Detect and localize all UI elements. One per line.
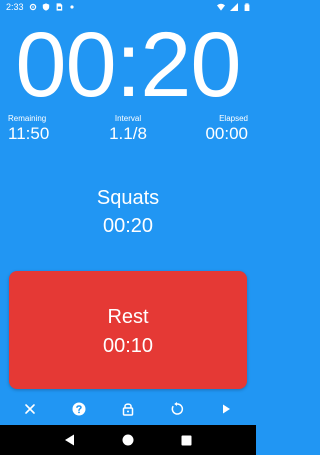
settings-icon xyxy=(29,3,36,11)
main-countdown: 00:20 xyxy=(15,14,241,116)
battery-icon xyxy=(244,3,250,11)
workout-toolbar xyxy=(0,396,256,422)
status-bar-left: 2:33 xyxy=(6,2,76,12)
back-button[interactable] xyxy=(57,428,81,452)
shield-icon xyxy=(42,3,49,11)
help-icon xyxy=(72,402,86,416)
play-icon xyxy=(222,404,230,414)
current-exercise: Squats 00:20 xyxy=(0,186,256,238)
status-bar: 2:33 xyxy=(0,0,256,14)
close-button[interactable] xyxy=(17,396,43,422)
help-button[interactable] xyxy=(66,396,92,422)
home-button[interactable] xyxy=(116,428,140,452)
lock-button[interactable] xyxy=(115,396,141,422)
close-icon xyxy=(25,404,36,414)
play-button[interactable] xyxy=(213,396,239,422)
status-time: 2:33 xyxy=(6,2,24,12)
lock-icon xyxy=(122,403,134,416)
restart-icon xyxy=(171,402,183,415)
elapsed-value: 00:00 xyxy=(205,124,248,143)
next-exercise-time: 00:10 xyxy=(102,335,154,357)
notification-dot-icon xyxy=(69,5,74,9)
sim-card-icon xyxy=(56,3,62,11)
current-exercise-name: Squats xyxy=(96,187,160,209)
home-icon xyxy=(122,434,134,446)
next-exercise-name: Rest xyxy=(107,306,149,328)
status-bar-right xyxy=(217,3,251,11)
current-exercise-time: 00:20 xyxy=(102,215,154,237)
back-icon xyxy=(64,434,74,446)
recents-button[interactable] xyxy=(175,428,199,452)
signal-icon xyxy=(230,3,238,11)
recents-icon xyxy=(181,435,192,445)
system-nav-bar xyxy=(0,425,256,455)
wifi-icon xyxy=(217,3,225,11)
restart-button[interactable] xyxy=(164,396,190,422)
next-exercise-card[interactable]: Rest 00:10 xyxy=(9,271,247,389)
elapsed-label: Elapsed xyxy=(219,114,248,123)
elapsed-stat: Elapsed 00:00 xyxy=(205,114,248,144)
